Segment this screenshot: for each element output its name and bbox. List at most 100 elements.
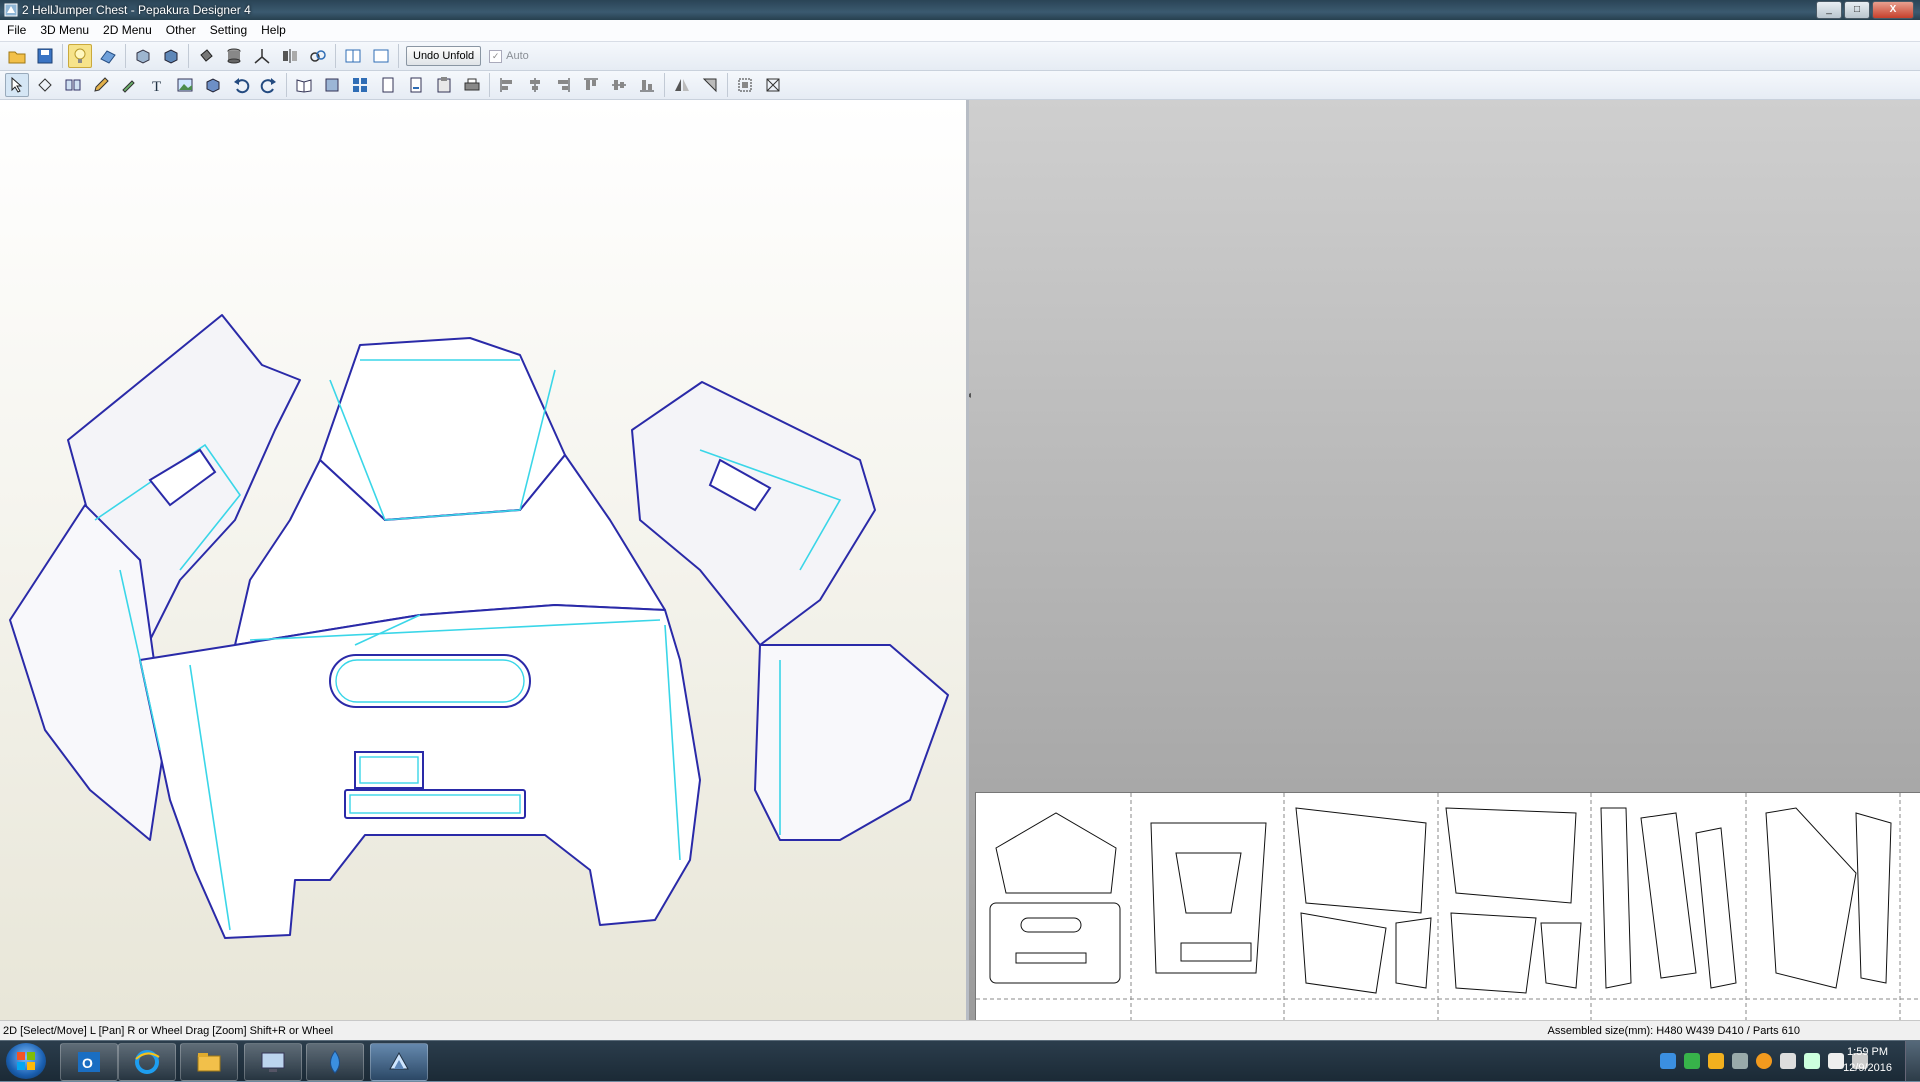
axis-icon	[254, 49, 270, 64]
taskbar-outlook[interactable]: O	[60, 1043, 118, 1081]
scale-button[interactable]	[761, 73, 785, 97]
join-button[interactable]	[61, 73, 85, 97]
taskbar-ie[interactable]	[118, 1043, 176, 1081]
align-middle-button[interactable]	[607, 73, 631, 97]
arrange-icon	[738, 78, 752, 92]
start-button[interactable]	[6, 1043, 46, 1079]
status-bar: 2D [Select/Move] L [Pan] R or Wheel Drag…	[0, 1020, 1920, 1041]
save-button[interactable]	[33, 44, 57, 68]
internet-explorer-icon	[135, 1050, 160, 1074]
page-button[interactable]	[376, 73, 400, 97]
brush-button[interactable]	[117, 73, 141, 97]
printer-icon	[464, 78, 480, 91]
close-button[interactable]: X	[1872, 1, 1914, 19]
tray-box-icon[interactable]	[1708, 1053, 1724, 1069]
cylinder-icon	[227, 48, 241, 64]
menu-other[interactable]: Other	[159, 20, 203, 41]
align-center-button[interactable]	[523, 73, 547, 97]
align-middle-icon	[612, 80, 626, 90]
menu-help[interactable]: Help	[254, 20, 293, 41]
align-bottom-button[interactable]	[635, 73, 659, 97]
menu-setting[interactable]: Setting	[203, 20, 254, 41]
tray-drop-icon[interactable]	[1660, 1053, 1676, 1069]
clipboard-icon	[437, 77, 451, 93]
light-button[interactable]	[68, 44, 92, 68]
auto-checkbox[interactable]: ✓ Auto	[489, 49, 529, 63]
menu-2d[interactable]: 2D Menu	[96, 20, 159, 41]
clock-time: 1:59 PM	[1847, 1046, 1889, 1058]
select-move-button[interactable]	[5, 73, 29, 97]
pepakura-app-icon[interactable]	[4, 3, 18, 17]
auto-check-box[interactable]: ✓	[489, 49, 503, 63]
taskbar-pepakura[interactable]	[370, 1043, 428, 1081]
menu-file[interactable]: File	[0, 20, 33, 41]
unfold-paper-sheets[interactable]	[975, 792, 1920, 1020]
floppy-disk-icon	[37, 48, 53, 64]
system-clock[interactable]: 1:59 PM 12/9/2016	[1843, 1044, 1892, 1076]
folder-open-icon	[8, 51, 26, 64]
cylinder-button[interactable]	[222, 44, 246, 68]
2d-view-pane[interactable]: ◂	[969, 100, 1920, 1020]
grid-button[interactable]	[348, 73, 372, 97]
rotate-part-button[interactable]	[33, 73, 57, 97]
single-view-icon	[373, 49, 389, 63]
light-bulb-icon	[74, 48, 86, 63]
link-button[interactable]	[306, 44, 330, 68]
window-title: 2 HellJumper Chest - Pepakura Designer 4	[22, 3, 251, 17]
brush-icon	[122, 80, 135, 93]
pen-button[interactable]	[89, 73, 113, 97]
unfolded-parts[interactable]	[976, 793, 1920, 1020]
arrange-button[interactable]	[733, 73, 757, 97]
face-tool-button[interactable]	[159, 44, 183, 68]
menu-3d[interactable]: 3D Menu	[33, 20, 96, 41]
tray-security-icon[interactable]	[1684, 1053, 1700, 1069]
3d-model[interactable]	[0, 100, 966, 1020]
unfold-button[interactable]	[96, 44, 120, 68]
flip-h-button[interactable]	[670, 73, 694, 97]
undo-button[interactable]	[229, 73, 253, 97]
paint-bucket-icon	[200, 49, 213, 62]
split-view-button[interactable]	[341, 44, 365, 68]
print-button[interactable]	[460, 73, 484, 97]
box-icon	[206, 78, 220, 93]
book-button[interactable]	[292, 73, 316, 97]
tray-network-icon[interactable]	[1804, 1053, 1820, 1069]
svg-text:O: O	[82, 1055, 93, 1071]
splitter-arrow-icon[interactable]: ◂	[969, 390, 971, 401]
align-left-button[interactable]	[495, 73, 519, 97]
open-button[interactable]	[5, 44, 29, 68]
edge-tool-button[interactable]	[131, 44, 155, 68]
flip-horizontal-icon	[675, 79, 689, 91]
image-button[interactable]	[173, 73, 197, 97]
axis-button[interactable]	[250, 44, 274, 68]
show-desktop-button[interactable]	[1905, 1041, 1920, 1081]
3d-view-pane[interactable]	[0, 100, 969, 1020]
minimize-button[interactable]: _	[1816, 1, 1842, 19]
select-arrow-icon	[11, 76, 23, 93]
page-rotate-button[interactable]	[404, 73, 428, 97]
single-view-button[interactable]	[369, 44, 393, 68]
undo-unfold-button[interactable]: Undo Unfold	[406, 46, 482, 66]
tray-gear-icon[interactable]	[1732, 1053, 1748, 1069]
tray-signal-icon[interactable]	[1780, 1053, 1796, 1069]
maximize-button[interactable]: □	[1844, 1, 1870, 19]
image-icon	[177, 78, 193, 92]
remote-desktop-icon	[261, 1052, 285, 1072]
3d-part-button[interactable]	[201, 73, 225, 97]
mirror-button[interactable]	[278, 44, 302, 68]
tray-update-icon[interactable]	[1756, 1053, 1772, 1069]
clipboard-button[interactable]	[432, 73, 456, 97]
redo-button[interactable]	[257, 73, 281, 97]
tray-flag-icon[interactable]	[1828, 1053, 1844, 1069]
paint-button[interactable]	[194, 44, 218, 68]
taskbar-water-drop[interactable]	[306, 1043, 364, 1081]
text-button[interactable]: T	[145, 73, 169, 97]
align-top-button[interactable]	[579, 73, 603, 97]
taskbar-file-explorer[interactable]	[180, 1043, 238, 1081]
flip-v-button[interactable]	[698, 73, 722, 97]
align-right-button[interactable]	[551, 73, 575, 97]
fit-button[interactable]	[320, 73, 344, 97]
grid-icon	[353, 78, 367, 92]
taskbar-remote-desktop[interactable]	[244, 1043, 302, 1081]
align-bottom-icon	[640, 80, 654, 92]
